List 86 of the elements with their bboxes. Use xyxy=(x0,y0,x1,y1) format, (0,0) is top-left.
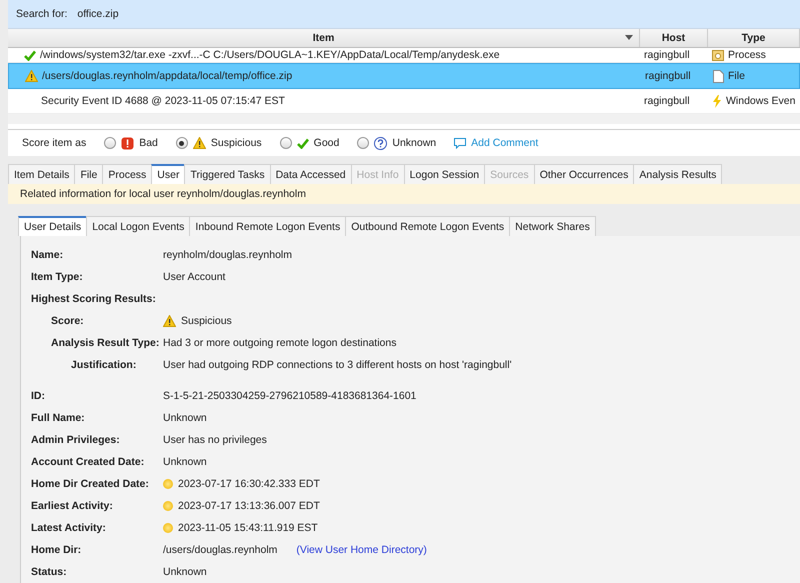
detail-value: /users/douglas.reynholm xyxy=(163,544,278,556)
item-path: /users/douglas.reynholm/appdata/local/temp/office.zip xyxy=(42,70,292,82)
search-label: Search for: xyxy=(16,8,68,20)
tab[interactable]: Other Occurrences xyxy=(534,164,634,184)
detail-label: Status: xyxy=(31,566,68,578)
score-radio-option[interactable]: Suspicious xyxy=(176,137,262,149)
info-banner: Related information for local user reynholm/douglas.reynholm xyxy=(8,184,800,204)
host-name: ragingbull xyxy=(644,49,690,61)
tab[interactable]: Analysis Results xyxy=(633,164,722,184)
question-icon xyxy=(374,136,388,150)
warning-icon xyxy=(25,70,38,82)
status-dot-icon xyxy=(163,523,173,533)
status-dot-icon xyxy=(163,501,173,511)
detail-label: ID: xyxy=(31,390,46,402)
item-type: File xyxy=(728,70,745,82)
tab[interactable]: File xyxy=(74,164,104,184)
radio-button[interactable] xyxy=(104,137,116,149)
radio-button[interactable] xyxy=(280,137,292,149)
exclamation-icon xyxy=(121,136,134,150)
detail-value: Unknown xyxy=(163,412,207,424)
tab[interactable]: Item Details xyxy=(8,164,76,184)
detail-label: Admin Privileges: xyxy=(31,434,121,446)
table-row[interactable]: /windows/system32/tar.exe -zxvf...-C C:/Users/DOUGLA~1.KEY/AppData/Local/Temp/anydesk.exe ragingbull Process xyxy=(8,48,800,63)
column-header[interactable]: Host xyxy=(640,29,708,47)
detail-label: Score: xyxy=(50,315,85,327)
score-label: Score item as xyxy=(22,137,86,149)
detail-value: 2023-07-17 13:13:36.007 EDT xyxy=(178,500,320,512)
detail-value: 2023-11-05 15:43:11.919 EST xyxy=(178,522,318,534)
host-name: ragingbull xyxy=(644,95,690,107)
tab[interactable]: Inbound Remote Logon Events xyxy=(189,216,346,236)
tab[interactable]: Outbound Remote Logon Events xyxy=(345,216,510,236)
gear-window-icon xyxy=(712,49,724,61)
item-path: /windows/system32/tar.exe -zxvf...-C C:/Users/DOUGLA~1.KEY/AppData/Local/Temp/anydesk.exe xyxy=(40,49,500,61)
tab[interactable]: User Details xyxy=(18,216,88,236)
radio-button[interactable] xyxy=(176,137,188,149)
detail-value: User has no privileges xyxy=(163,434,267,446)
score-radio-option[interactable]: Bad xyxy=(104,136,158,150)
detail-label: Name: xyxy=(31,249,64,261)
tab[interactable]: User xyxy=(151,164,186,184)
dropdown-caret-icon xyxy=(625,35,633,40)
column-header[interactable]: Item xyxy=(8,29,640,47)
view-home-directory-link[interactable]: (View User Home Directory) xyxy=(296,544,427,556)
table-row[interactable]: /users/douglas.reynholm/appdata/local/temp/office.zip ragingbull File xyxy=(8,63,800,89)
detail-label: Latest Activity: xyxy=(31,522,107,534)
status-dot-icon xyxy=(163,479,173,489)
detail-label: Full Name: xyxy=(31,412,86,424)
detail-value: User Account xyxy=(163,271,226,283)
detail-label: Earliest Activity: xyxy=(31,500,114,512)
detail-value: Unknown xyxy=(163,566,207,578)
warning-icon xyxy=(192,137,206,149)
host-name: ragingbull xyxy=(645,70,691,82)
tab[interactable]: Triggered Tasks xyxy=(184,164,271,184)
item-path: Security Event ID 4688 @ 2023-11-05 07:15:47 EST xyxy=(41,95,285,107)
detail-value: Had 3 or more outgoing remote logon destinations xyxy=(163,337,396,349)
tab[interactable]: Logon Session xyxy=(404,164,486,184)
speech-bubble-icon xyxy=(454,138,466,148)
warning-icon xyxy=(163,315,176,327)
item-type: Windows Even xyxy=(726,95,796,107)
tab[interactable]: Data Accessed xyxy=(270,164,352,184)
search-value: office.zip xyxy=(77,8,119,20)
check-icon xyxy=(24,50,36,60)
check-icon xyxy=(296,138,309,148)
detail-value: Suspicious xyxy=(181,315,232,327)
detail-label: Home Dir Created Date: xyxy=(31,478,150,490)
file-icon xyxy=(713,70,724,82)
score-radio-option[interactable]: Unknown xyxy=(357,136,436,150)
lightning-icon xyxy=(712,94,722,108)
detail-value: 2023-07-17 16:30:42.333 EDT xyxy=(178,478,320,490)
add-comment-link[interactable]: Add Comment xyxy=(454,137,538,149)
detail-label: Analysis Result Type: xyxy=(50,337,160,349)
detail-label: Home Dir: xyxy=(31,544,82,556)
radio-button[interactable] xyxy=(357,137,370,149)
detail-label: Justification: xyxy=(70,359,138,371)
tab[interactable]: Local Logon Events xyxy=(86,216,190,236)
detail-label: Account Created Date: xyxy=(31,456,146,468)
item-type: Process xyxy=(728,49,766,61)
detail-label: Highest Scoring Results: xyxy=(31,293,157,305)
detail-value: reynholm/douglas.reynholm xyxy=(163,249,292,261)
detail-value: S-1-5-21-2503304259-2796210589-4183681364-1601 xyxy=(163,390,416,402)
detail-value: User had outgoing RDP connections to 3 different hosts on host 'ragingbull' xyxy=(163,359,512,371)
score-radio-option[interactable]: Good xyxy=(280,137,340,149)
detail-value: Unknown xyxy=(163,456,207,468)
column-header[interactable]: Type xyxy=(708,29,800,47)
detail-label: Item Type: xyxy=(31,271,84,283)
tab[interactable]: Network Shares xyxy=(509,216,596,236)
tab[interactable]: Process xyxy=(102,164,152,184)
